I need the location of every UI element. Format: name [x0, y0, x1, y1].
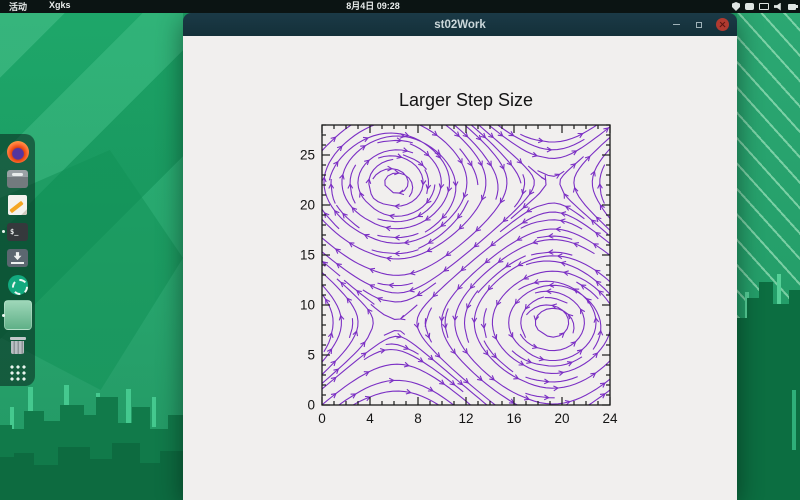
update-icon: [7, 274, 28, 295]
wallpaper-right: [737, 0, 800, 500]
plot-canvas: Larger Step Size 0 4 8 12 16 20 24 0 5 10 15 20 25: [300, 90, 618, 426]
dock-item-archive-manager[interactable]: [0, 165, 35, 191]
wallpaper-stripes: [737, 0, 800, 340]
svg-text:0: 0: [318, 411, 326, 426]
top-bar: 活动 Xgks 8月4日 09:28: [0, 0, 800, 13]
svg-text:10: 10: [300, 298, 315, 313]
dock-item-software-update[interactable]: [0, 271, 35, 297]
svg-text:24: 24: [602, 411, 618, 426]
window-title: st02Work: [434, 18, 486, 31]
dock-item-text-editor[interactable]: [0, 192, 35, 218]
trash-icon: [9, 337, 26, 355]
archive-icon: [7, 169, 28, 188]
svg-text:12: 12: [458, 411, 473, 426]
dock-item-xgks-window[interactable]: [0, 298, 35, 333]
minimize-icon: [672, 23, 680, 26]
running-indicator: [2, 230, 5, 234]
plot-title: Larger Step Size: [399, 90, 533, 110]
app-menu-button[interactable]: Xgks: [49, 0, 71, 13]
app-grid-icon: [9, 364, 26, 382]
system-status-area[interactable]: [732, 0, 798, 13]
text-editor-icon: [8, 195, 27, 216]
firefox-icon: [6, 141, 29, 164]
desktop: 活动 Xgks 8月4日 09:28 $_ st02Work Larger St…: [0, 0, 800, 500]
svg-text:5: 5: [307, 348, 315, 363]
svg-text:15: 15: [300, 248, 315, 263]
window-thumbnail-icon: [3, 300, 32, 331]
svg-text:8: 8: [414, 411, 422, 426]
streamline-plot: Larger Step Size 0 4 8 12 16 20 24 0 5 10 15 20 25: [285, 80, 630, 445]
axis-ticks: [321, 124, 611, 406]
activities-button[interactable]: 活动: [9, 0, 27, 13]
terminal-icon: $_: [7, 222, 28, 241]
close-icon: [715, 18, 729, 31]
window-content: Larger Step Size 0 4 8 12 16 20 24 0 5 10 15 20 25: [183, 36, 737, 500]
dock-item-trash[interactable]: [0, 333, 35, 359]
dock-item-downloads[interactable]: [0, 245, 35, 271]
battery-icon: [788, 3, 798, 10]
plot-frame: [321, 124, 611, 406]
svg-text:20: 20: [300, 198, 315, 213]
dock-item-firefox[interactable]: [0, 139, 35, 165]
app-window: st02Work Larger Step Size 0 4 8 12 16 20 24 0 5 1…: [183, 13, 737, 500]
dock: $_: [0, 134, 35, 386]
svg-text:0: 0: [307, 398, 315, 413]
dock-item-terminal[interactable]: $_: [0, 218, 35, 244]
svg-text:25: 25: [300, 148, 315, 163]
running-indicator: [2, 313, 5, 317]
close-button[interactable]: [715, 18, 729, 32]
window-titlebar[interactable]: st02Work: [183, 13, 737, 36]
display-icon: [759, 3, 769, 10]
maximize-button[interactable]: [692, 18, 706, 32]
maximize-icon: [696, 21, 702, 28]
touchpad-icon: [745, 3, 754, 10]
dock-item-app-grid[interactable]: [0, 360, 35, 386]
svg-text:20: 20: [554, 411, 569, 426]
svg-text:16: 16: [506, 411, 521, 426]
downloads-icon: [7, 249, 28, 268]
svg-text:4: 4: [366, 411, 374, 426]
shield-icon: [732, 2, 740, 11]
minimize-button[interactable]: [669, 18, 683, 32]
volume-icon: [774, 2, 781, 11]
clock-button[interactable]: 8月4日 09:28: [346, 0, 400, 13]
